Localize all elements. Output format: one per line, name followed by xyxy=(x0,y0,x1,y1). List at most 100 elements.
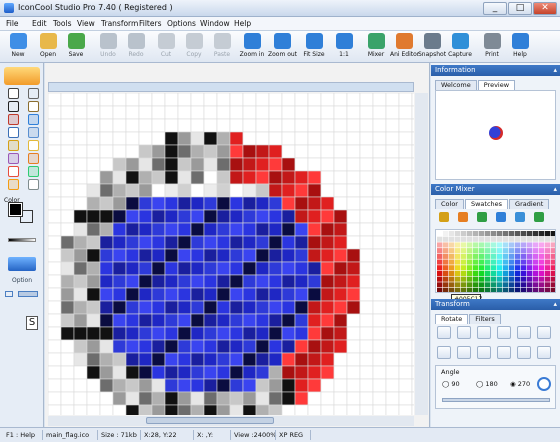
menu-tools[interactable]: Tools xyxy=(53,19,71,28)
menu-transform[interactable]: Transform xyxy=(101,19,138,28)
swap-v-icon[interactable] xyxy=(537,346,551,359)
align-bottom-icon[interactable] xyxy=(497,326,511,339)
pin-icon[interactable]: ▴ xyxy=(553,299,557,310)
pixel-editor-canvas[interactable] xyxy=(48,93,414,415)
stamp-icon[interactable] xyxy=(28,179,39,190)
tab-filters[interactable]: Filters xyxy=(469,314,501,324)
fill-rect-icon[interactable] xyxy=(28,127,39,138)
menu-options[interactable]: Options xyxy=(167,19,196,28)
spray-icon[interactable] xyxy=(28,166,39,177)
icon-preview-image xyxy=(489,126,503,140)
swatch-edit-icon[interactable] xyxy=(515,212,525,222)
line-icon[interactable] xyxy=(8,101,19,112)
toolbar-open-folder-button[interactable]: Open xyxy=(34,33,62,61)
toolbar-help-button[interactable]: Help xyxy=(506,33,534,61)
menu-help[interactable]: Help xyxy=(234,19,251,28)
swatch-add-icon[interactable] xyxy=(496,212,506,222)
move-up-icon[interactable] xyxy=(477,346,491,359)
color-tools-icon[interactable] xyxy=(8,257,36,271)
toolbar-capture-button[interactable]: Capture xyxy=(446,33,474,61)
horizontal-scroll-thumb[interactable] xyxy=(146,417,274,424)
toolbar-label: 1:1 xyxy=(339,51,349,58)
rotate-left-icon[interactable] xyxy=(437,346,451,359)
brush-icon[interactable] xyxy=(28,114,39,125)
swatch-open-icon[interactable] xyxy=(458,212,468,222)
toolbar-zoom-out-button[interactable]: Zoom out xyxy=(268,33,297,61)
add-icon[interactable] xyxy=(517,326,531,339)
swatch-delete-icon[interactable] xyxy=(534,212,544,222)
toolbar-cut-button[interactable]: Cut xyxy=(152,33,180,61)
fill-ellipse-icon[interactable] xyxy=(28,140,39,151)
eraser-icon[interactable] xyxy=(8,166,19,177)
minimize-button[interactable]: _ xyxy=(483,2,507,15)
menu-window[interactable]: Window xyxy=(200,19,230,28)
horizontal-scrollbar[interactable] xyxy=(48,416,414,426)
lasso-icon[interactable] xyxy=(28,88,39,99)
add-alt-icon[interactable] xyxy=(537,326,551,339)
toolbar-printer-button[interactable]: Print xyxy=(478,33,506,61)
toolbar-undo-button[interactable]: Undo xyxy=(94,33,122,61)
tab-welcome[interactable]: Welcome xyxy=(435,80,477,90)
select-rect-icon[interactable] xyxy=(8,88,19,99)
rotate-apply-icon[interactable] xyxy=(537,377,551,391)
menu-edit[interactable]: Edit xyxy=(32,19,47,28)
toolbar-zoom-in-button[interactable]: Zoom in xyxy=(238,33,266,61)
swap-h-icon[interactable] xyxy=(517,346,531,359)
opacity-slider[interactable] xyxy=(8,238,36,242)
angle-slider[interactable] xyxy=(442,398,550,402)
toolbar-animation-editor-button[interactable]: Ani Editor xyxy=(390,33,419,61)
swatch-toolbar xyxy=(437,212,555,223)
move-down-icon[interactable] xyxy=(497,346,511,359)
transform-header[interactable]: Transform ▴ xyxy=(431,299,560,310)
rotate-right-icon[interactable] xyxy=(457,346,471,359)
toolbar-redo-button[interactable]: Redo xyxy=(122,33,150,61)
rectangle-icon[interactable] xyxy=(8,127,19,138)
toolbar-paste-button[interactable]: Paste xyxy=(208,33,236,61)
tab-rotate[interactable]: Rotate xyxy=(435,314,469,324)
align-top-icon[interactable] xyxy=(477,326,491,339)
bucket-icon[interactable] xyxy=(28,153,39,164)
toolbar-copy-button[interactable]: Copy xyxy=(180,33,208,61)
option-style-icon[interactable]: S xyxy=(26,316,38,330)
wand-icon[interactable] xyxy=(28,101,39,112)
toolbar-new-file-button[interactable]: New xyxy=(4,33,32,61)
foreground-color-swatch[interactable] xyxy=(8,202,23,217)
maximize-button[interactable]: □ xyxy=(508,2,532,15)
swatch-menu-icon[interactable] xyxy=(439,212,449,222)
tab-color[interactable]: Color xyxy=(435,199,464,209)
vertical-scrollbar[interactable] xyxy=(415,93,428,415)
swatch-save-icon[interactable] xyxy=(477,212,487,222)
align-center-icon[interactable] xyxy=(457,326,471,339)
pin-icon[interactable]: ▴ xyxy=(553,184,557,195)
toolbar-camera-button[interactable]: Snapshot xyxy=(418,33,446,61)
toolbar-mixer-button[interactable]: Mixer xyxy=(362,33,390,61)
eyedropper-icon[interactable] xyxy=(8,153,19,164)
pin-icon[interactable]: ▴ xyxy=(553,65,557,76)
tab-gradient[interactable]: Gradient xyxy=(509,199,550,209)
toolbar-fit-size-button[interactable]: Fit Size xyxy=(300,33,328,61)
pencil-icon[interactable] xyxy=(8,114,19,125)
color-mixer-header[interactable]: Color Mixer ▴ xyxy=(431,184,560,195)
brush-mode-icon[interactable] xyxy=(4,67,40,85)
angle-180-radio[interactable]: ◯ 180 xyxy=(476,380,498,388)
ellipse-icon[interactable] xyxy=(8,140,19,151)
align-left-icon[interactable] xyxy=(437,326,451,339)
close-button[interactable]: ✕ xyxy=(533,2,557,15)
toolbar-actual-size-button[interactable]: 1:1 xyxy=(330,33,358,61)
status-regime: XP REG xyxy=(279,431,304,439)
menu-filters[interactable]: Filters xyxy=(139,19,161,28)
option-shape-icon[interactable] xyxy=(5,291,13,297)
toolbar-save-disk-button[interactable]: Save xyxy=(62,33,90,61)
text-icon[interactable] xyxy=(8,179,19,190)
tab-swatches[interactable]: Swatches xyxy=(464,199,509,209)
information-header[interactable]: Information ▴ xyxy=(431,65,560,76)
menu-file[interactable]: File xyxy=(6,19,19,28)
app-icon xyxy=(4,3,14,13)
toolbar-label: Undo xyxy=(100,51,116,58)
angle-90-radio[interactable]: ◯ 90 xyxy=(442,380,460,388)
angle-270-radio[interactable]: ◉ 270 xyxy=(510,380,530,388)
option-size-slider[interactable] xyxy=(18,291,38,297)
canvas-ruler xyxy=(48,82,414,92)
menu-view[interactable]: View xyxy=(77,19,95,28)
tab-preview[interactable]: Preview xyxy=(477,80,516,90)
